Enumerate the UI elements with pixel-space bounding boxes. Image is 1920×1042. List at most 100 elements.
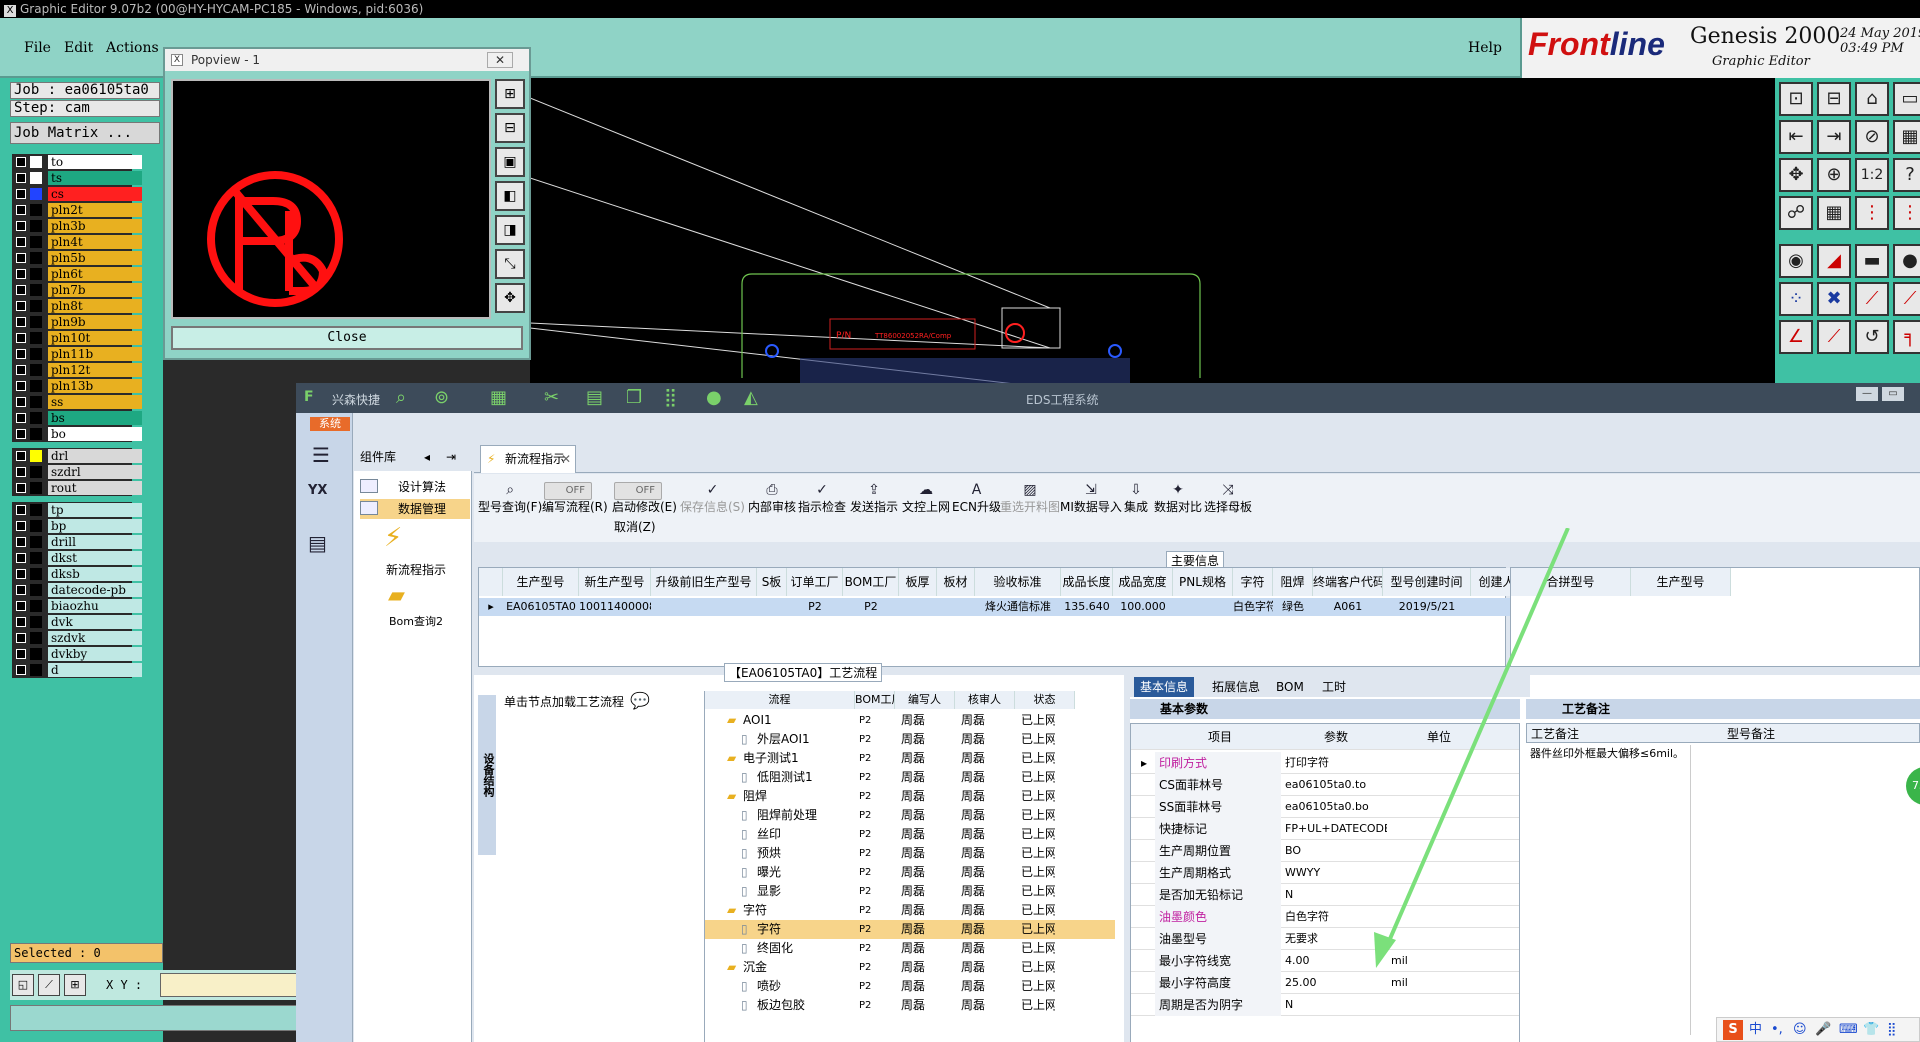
toolbar-button-13[interactable]: ✦ 数据对比: [1154, 482, 1202, 515]
layer-checkbox[interactable]: [16, 349, 26, 359]
menu-edit[interactable]: Edit: [64, 40, 93, 56]
layer-row[interactable]: pln3b: [12, 218, 142, 234]
grid-header[interactable]: 字符: [1233, 568, 1273, 596]
misc-layer-row[interactable]: d: [12, 662, 142, 678]
tool-pan-left-icon[interactable]: ⇤: [1779, 120, 1813, 154]
flow-row[interactable]: ▯ 低阻测试1 P2 周磊 周磊 已上网: [705, 768, 1115, 787]
graphic-canvas[interactable]: P/N TT86002052RA/Comp: [529, 78, 1775, 389]
tool-connect-icon[interactable]: ⟋: [1855, 282, 1889, 316]
toolbar-copy-icon[interactable]: ❐: [626, 387, 642, 408]
flow-row[interactable]: ▯ 喷砂 P2 周磊 周磊 已上网: [705, 977, 1115, 996]
grid-cell[interactable]: P2: [843, 598, 899, 616]
grid-cell[interactable]: [651, 598, 757, 616]
toolbar-cut-icon[interactable]: ✂: [544, 387, 559, 408]
ime-skin-icon[interactable]: 👕: [1863, 1018, 1879, 1041]
flow-row[interactable]: ▯ 终固化 P2 周磊 周磊 已上网: [705, 939, 1115, 958]
layer-checkbox[interactable]: [16, 585, 26, 595]
component-data-management[interactable]: 数据管理: [360, 499, 470, 519]
layer-row[interactable]: pln6t: [12, 266, 142, 282]
toolbar-apps-icon[interactable]: ⣿: [664, 387, 677, 408]
misc-layer-row[interactable]: tp: [12, 502, 142, 518]
toolbar-button-0[interactable]: ⌕ 型号查询(F): [478, 482, 542, 515]
layer-checkbox[interactable]: [16, 553, 26, 563]
layer-checkbox[interactable]: [16, 285, 26, 295]
grid-header[interactable]: 成品宽度: [1113, 568, 1173, 596]
tool-fit-icon[interactable]: ▦: [1893, 120, 1920, 154]
collapse-icon[interactable]: ◂: [424, 443, 430, 471]
flow-row[interactable]: ▰ 沉金 P2 周磊 周磊 已上网: [705, 958, 1115, 977]
toolbar-button-6[interactable]: ✓ 指示检查: [798, 482, 846, 515]
ime-emoji-icon[interactable]: ☺: [1793, 1018, 1807, 1041]
grid-cell[interactable]: 绿色: [1273, 598, 1313, 616]
eds-maximize-icon[interactable]: ▭: [1882, 387, 1904, 401]
tool-expand-icon[interactable]: ✥: [1779, 158, 1813, 192]
grid-cell[interactable]: P2: [787, 598, 843, 616]
layer-checkbox[interactable]: [16, 269, 26, 279]
ime-punct-icon[interactable]: •,: [1771, 1018, 1783, 1041]
layer-checkbox[interactable]: [16, 649, 26, 659]
layer-row[interactable]: bo: [12, 426, 142, 442]
measure-icon[interactable]: ⟋: [38, 974, 60, 996]
ime-mic-icon[interactable]: 🎤: [1815, 1018, 1831, 1041]
flow-row[interactable]: ▰ AOI1 P2 周磊 周磊 已上网: [705, 711, 1115, 730]
popview-left-icon[interactable]: ◧: [495, 181, 525, 211]
grid-header[interactable]: 阻焊: [1273, 568, 1313, 596]
grid-cell[interactable]: 135.640: [1061, 598, 1113, 616]
tool-snap-red-icon[interactable]: ⋮: [1855, 196, 1889, 230]
grid-cell[interactable]: [899, 598, 937, 616]
layer-checkbox[interactable]: [16, 365, 26, 375]
flow-col-header[interactable]: 核审人: [955, 691, 1015, 709]
layer-row[interactable]: pln5b: [12, 250, 142, 266]
layer-checkbox[interactable]: [16, 205, 26, 215]
info-tab-0[interactable]: 基本信息: [1134, 677, 1195, 697]
param-value[interactable]: N: [1281, 994, 1387, 1016]
param-row[interactable]: 周期是否为阴字 N: [1131, 994, 1519, 1016]
tool-grid-icon[interactable]: ▦: [1817, 196, 1851, 230]
layer-checkbox[interactable]: [16, 451, 26, 461]
toolbar-help-icon[interactable]: ⊚: [434, 387, 449, 408]
flow-row[interactable]: ▯ 显影 P2 周磊 周磊 已上网: [705, 882, 1115, 901]
param-row[interactable]: 最小字符高度 25.00 mil: [1131, 972, 1519, 994]
toolbar-button-2[interactable]: 启动修改(E): [612, 498, 677, 515]
grid-header[interactable]: BOM工厂: [843, 568, 899, 596]
popview-move-icon[interactable]: ✥: [495, 283, 525, 313]
layer-checkbox[interactable]: [16, 633, 26, 643]
grid-header[interactable]: 升级前旧生产型号: [651, 568, 757, 596]
toolbar-button-3[interactable]: 取消(Z): [614, 518, 656, 535]
flow-row[interactable]: ▰ 字符 P2 周磊 周磊 已上网: [705, 901, 1115, 920]
misc-layer-row[interactable]: biaozhu: [12, 598, 142, 614]
tab-close-icon[interactable]: ✕: [561, 446, 571, 472]
layer-row[interactable]: pln13b: [12, 378, 142, 394]
job-matrix-button[interactable]: Job Matrix ...: [10, 122, 160, 144]
grid-header[interactable]: 板厚: [899, 568, 937, 596]
flow-col-header[interactable]: 编写人: [895, 691, 955, 709]
layer-checkbox[interactable]: [16, 521, 26, 531]
tool-query-icon[interactable]: ☍: [1779, 196, 1813, 230]
shortcut-new-flow[interactable]: 新流程指示: [366, 561, 466, 578]
layer-row[interactable]: ts: [12, 170, 142, 186]
toolbar-table-icon[interactable]: ▦: [490, 387, 507, 408]
misc-layer-row[interactable]: szdvk: [12, 630, 142, 646]
toolbar-chart-icon[interactable]: ◭: [744, 387, 758, 408]
tool-dot-icon[interactable]: ●: [1893, 244, 1920, 278]
grid-header[interactable]: 验收标准: [975, 568, 1061, 596]
tool-snap-red2-icon[interactable]: ⋮: [1893, 196, 1920, 230]
drill-layer-row[interactable]: drl: [12, 448, 142, 464]
flow-row[interactable]: ▯ 阻焊前处理 P2 周磊 周磊 已上网: [705, 806, 1115, 825]
layer-checkbox[interactable]: [16, 467, 26, 477]
pin-icon[interactable]: ⇥: [446, 443, 456, 471]
layer-checkbox[interactable]: [16, 237, 26, 247]
tool-window-icon[interactable]: ▭: [1893, 82, 1920, 116]
layer-checkbox[interactable]: [16, 397, 26, 407]
grid-header[interactable]: 订单工厂: [787, 568, 843, 596]
layer-checkbox[interactable]: [16, 601, 26, 611]
menu-help[interactable]: Help: [1468, 40, 1502, 56]
layer-checkbox[interactable]: [16, 333, 26, 343]
tool-fill-icon[interactable]: ╕: [1893, 320, 1920, 354]
toolbar-button-5[interactable]: ⎙ 内部审核: [748, 482, 796, 515]
snap-icon[interactable]: ◱: [12, 974, 34, 996]
flow-row[interactable]: ▰ 阻焊 P2 周磊 周磊 已上网: [705, 787, 1115, 806]
ime-mode[interactable]: 中: [1749, 1018, 1762, 1041]
toolbar-button-11[interactable]: ⇲ MI数据导入: [1060, 482, 1122, 515]
component-design-algorithm[interactable]: 设计算法: [360, 477, 470, 497]
